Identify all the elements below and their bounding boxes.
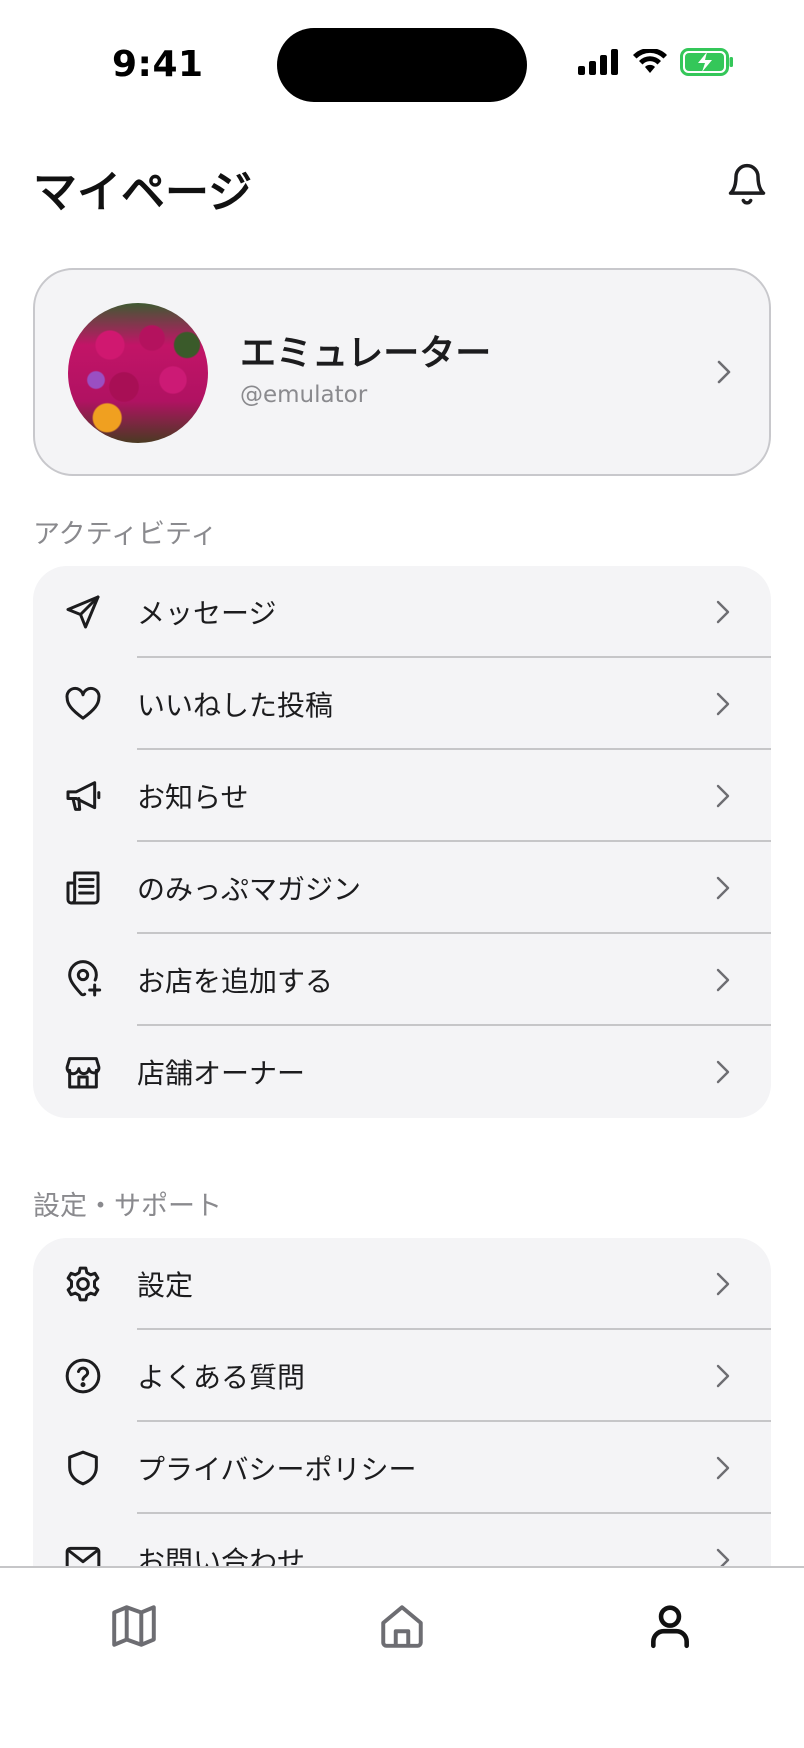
menu-item-label: お問い合わせ [137,1545,306,1568]
menu-item-contact[interactable]: お問い合わせ [33,1514,771,1568]
menu-item-label: お知らせ [137,781,249,814]
chevron-right-icon [715,1547,731,1568]
section-label-support: 設定・サポート [33,1191,222,1222]
page-header: マイページ [33,150,771,220]
section-label-activity: アクティビティ [33,519,218,550]
bell-icon [725,160,769,212]
menu-item-magazine[interactable]: のみっぷマガジン [33,842,771,934]
profile-name: エミュレーター [240,333,492,374]
battery-charging-icon [680,48,734,80]
tab-home[interactable] [372,1598,432,1658]
status-time: 9:41 [112,44,204,85]
menu-item-add-shop[interactable]: お店を追加する [33,934,771,1026]
menu-item-label: よくある質問 [137,1361,306,1394]
screen: 9:41 マイページ エミュレーター @emulator アクティビティ メッセ… [0,0,804,1748]
menu-item-label: 店舗オーナー [137,1057,306,1090]
activity-menu-group: メッセージ いいねした投稿 お知らせ のみっぷマガジン お店を追加する 店舗オー… [33,566,771,1118]
chevron-right-icon [715,967,731,997]
tab-mypage[interactable] [640,1598,700,1658]
user-icon [645,1601,695,1655]
help-circle-icon [61,1354,105,1398]
chevron-right-icon [715,783,731,813]
megaphone-icon [61,774,105,818]
mail-icon [61,1538,105,1568]
notifications-button[interactable] [723,160,771,212]
tab-bar [0,1566,804,1748]
chevron-right-icon [715,1363,731,1393]
support-menu-group: 設定 よくある質問 プライバシーポリシー お問い合わせ [33,1238,771,1568]
wifi-icon [632,47,668,79]
home-icon [377,1601,427,1655]
map-icon [109,1601,159,1655]
shield-icon [61,1446,105,1490]
status-bar: 9:41 [0,0,804,120]
menu-item-label: 設定 [137,1269,194,1302]
menu-item-label: メッセージ [137,597,277,630]
menu-item-label: のみっぷマガジン [137,873,362,906]
menu-item-label: お店を追加する [137,965,334,998]
tab-map[interactable] [104,1598,164,1658]
menu-item-messages[interactable]: メッセージ [33,566,771,658]
menu-item-announcements[interactable]: お知らせ [33,750,771,842]
chevron-right-icon [715,1455,731,1485]
menu-item-settings[interactable]: 設定 [33,1238,771,1330]
menu-item-faq[interactable]: よくある質問 [33,1330,771,1422]
newspaper-icon [61,866,105,910]
store-icon [61,1050,105,1094]
menu-item-shop-owner[interactable]: 店舗オーナー [33,1026,771,1118]
heart-icon [61,682,105,726]
avatar [68,303,208,443]
chevron-right-icon [715,875,731,905]
chevron-right-icon [715,691,731,721]
gear-icon [61,1262,105,1306]
chevron-right-icon [715,1271,731,1301]
profile-card[interactable]: エミュレーター @emulator [33,268,771,476]
menu-item-label: プライバシーポリシー [137,1453,417,1486]
status-icons [578,47,734,80]
chevron-right-icon [715,1059,731,1089]
map-pin-plus-icon [61,958,105,1002]
chevron-right-icon [715,599,731,629]
profile-handle: @emulator [240,382,368,408]
menu-item-liked-posts[interactable]: いいねした投稿 [33,658,771,750]
page-title: マイページ [33,167,253,218]
cellular-signal-icon [578,49,620,79]
menu-item-label: いいねした投稿 [137,689,334,722]
menu-item-privacy-policy[interactable]: プライバシーポリシー [33,1422,771,1514]
send-icon [61,590,105,634]
chevron-right-icon [715,358,733,390]
dynamic-island [277,28,527,102]
